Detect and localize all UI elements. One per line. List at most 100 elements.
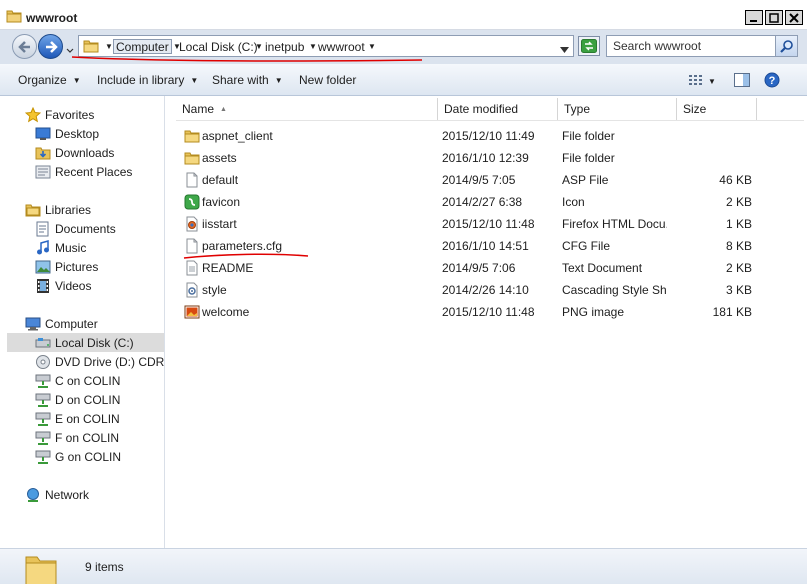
organize-label: Organize [18, 73, 67, 87]
nav-libraries[interactable]: Libraries [25, 200, 164, 219]
view-details-icon [689, 75, 702, 85]
view-options-dropdown[interactable]: ▼ [708, 77, 716, 86]
search-icon [779, 40, 793, 53]
file-size: 2 KB [725, 261, 752, 275]
refresh-button[interactable] [578, 36, 600, 56]
table-row[interactable]: default 2014/9/5 7:05 ASP File 46 KB [182, 169, 802, 191]
chevron-down-icon [560, 47, 569, 53]
forward-button[interactable] [38, 34, 63, 59]
file-list: Name ▲ Date modified Type Size aspnet_cl… [168, 96, 807, 548]
file-name: README [202, 261, 254, 275]
column-header-date[interactable]: Date modified [438, 98, 558, 120]
nav-label: Recent Places [55, 164, 133, 179]
nav-c-on-colin[interactable]: C on COLIN [35, 371, 164, 390]
file-type: PNG image [562, 305, 625, 319]
nav-recent-places[interactable]: Recent Places [35, 162, 164, 181]
back-button[interactable] [12, 34, 37, 59]
documents-icon [35, 221, 51, 237]
nav-videos[interactable]: Videos [35, 276, 164, 295]
nav-pictures[interactable]: Pictures [35, 257, 164, 276]
navigation-pane: Favorites Desktop Downloads Recent Place… [7, 96, 165, 548]
header-divider [176, 120, 804, 121]
column-header-label: Date modified [444, 102, 519, 116]
file-type: Cascading Style Sh... [562, 283, 667, 297]
breadcrumb-local-disk[interactable]: Local Disk (C:) [179, 39, 258, 54]
column-header-name[interactable]: Name ▲ [176, 98, 438, 120]
table-row[interactable]: style 2014/2/26 14:10 Cascading Style Sh… [182, 279, 802, 301]
preview-pane-button[interactable] [733, 73, 750, 90]
refresh-icon [581, 39, 597, 53]
nav-g-on-colin[interactable]: G on COLIN [35, 447, 164, 466]
nav-dvd-drive[interactable]: DVD Drive (D:) CDROM [35, 352, 164, 371]
image-icon [184, 304, 200, 320]
new-folder-button[interactable]: New folder [299, 73, 356, 87]
file-icon [184, 172, 200, 188]
nav-label: Documents [55, 221, 116, 236]
dvd-drive-icon [35, 354, 51, 370]
address-bar[interactable]: ▼ Computer ▼ Local Disk (C:) ▼ inetpub ▼… [78, 35, 574, 57]
nav-label: Computer [45, 316, 98, 331]
file-date: 2015/12/10 11:49 [442, 129, 535, 143]
nav-network[interactable]: Network [25, 485, 164, 504]
file-icon [184, 238, 200, 254]
folder-icon [83, 39, 99, 57]
network-drive-icon [35, 373, 51, 389]
hard-drive-icon [35, 335, 51, 351]
change-view-button[interactable] [688, 73, 704, 90]
nav-local-disk-c[interactable]: Local Disk (C:) [7, 333, 164, 352]
table-row[interactable]: README 2014/9/5 7:06 Text Document 2 KB [182, 257, 802, 279]
maximize-icon [769, 12, 779, 23]
column-header-label: Name [182, 102, 215, 116]
nav-music[interactable]: Music [35, 238, 164, 257]
include-in-library-label: Include in library [97, 73, 185, 87]
recent-pages-dropdown[interactable] [66, 43, 74, 57]
search-input[interactable] [607, 36, 767, 56]
column-header-size[interactable]: Size [677, 98, 757, 120]
file-date: 2016/1/10 14:51 [442, 239, 529, 253]
minimize-icon [750, 19, 757, 22]
star-icon [25, 106, 41, 123]
table-row[interactable]: favicon 2014/2/27 6:38 Icon 2 KB [182, 191, 802, 213]
breadcrumb-inetpub[interactable]: inetpub [265, 39, 304, 54]
help-button[interactable]: ? [764, 72, 780, 91]
maximize-button[interactable] [765, 10, 783, 25]
nav-label: Desktop [55, 126, 100, 141]
nav-computer[interactable]: Computer [25, 314, 164, 333]
file-type: File folder [562, 129, 615, 143]
table-row[interactable]: assets 2016/1/10 12:39 File folder [182, 147, 802, 169]
nav-downloads[interactable]: Downloads [35, 143, 164, 162]
music-icon [35, 239, 51, 256]
arrow-left-icon [17, 40, 30, 53]
breadcrumb-computer[interactable]: Computer [113, 39, 172, 54]
nav-documents[interactable]: Documents [35, 219, 164, 238]
organize-menu[interactable]: Organize ▼ [18, 73, 81, 87]
nav-label: Videos [55, 278, 92, 293]
breadcrumb-arrow[interactable]: ▼ [364, 39, 380, 54]
table-row[interactable]: welcome 2015/12/10 11:48 PNG image 181 K… [182, 301, 802, 323]
nav-label: F on COLIN [55, 430, 120, 445]
nav-d-on-colin[interactable]: D on COLIN [35, 390, 164, 409]
nav-desktop[interactable]: Desktop [35, 124, 164, 143]
breadcrumb-wwwroot[interactable]: wwwroot [318, 39, 365, 54]
file-date: 2016/1/10 12:39 [442, 151, 529, 165]
nav-e-on-colin[interactable]: E on COLIN [35, 409, 164, 428]
share-with-menu[interactable]: Share with ▼ [212, 73, 283, 87]
nav-f-on-colin[interactable]: F on COLIN [35, 428, 164, 447]
file-name: welcome [202, 305, 250, 319]
file-name: assets [202, 151, 237, 165]
table-row[interactable]: iisstart 2015/12/10 11:48 Firefox HTML D… [182, 213, 802, 235]
nav-favorites[interactable]: Favorites [25, 105, 164, 124]
search-button[interactable] [775, 36, 797, 56]
include-in-library-menu[interactable]: Include in library ▼ [97, 73, 198, 87]
column-header-type[interactable]: Type [558, 98, 677, 120]
file-date: 2015/12/10 11:48 [442, 305, 535, 319]
table-row[interactable]: aspnet_client 2015/12/10 11:49 File fold… [182, 125, 802, 147]
address-history-dropdown[interactable] [560, 42, 569, 56]
file-type: Firefox HTML Docu... [562, 217, 667, 231]
close-button[interactable] [785, 10, 803, 25]
nav-label: Network [45, 487, 90, 502]
minimize-button[interactable] [745, 10, 763, 25]
network-drive-icon [35, 449, 51, 465]
table-row[interactable]: parameters.cfg 2016/1/10 14:51 CFG File … [182, 235, 802, 257]
file-date: 2014/2/27 6:38 [442, 195, 523, 209]
